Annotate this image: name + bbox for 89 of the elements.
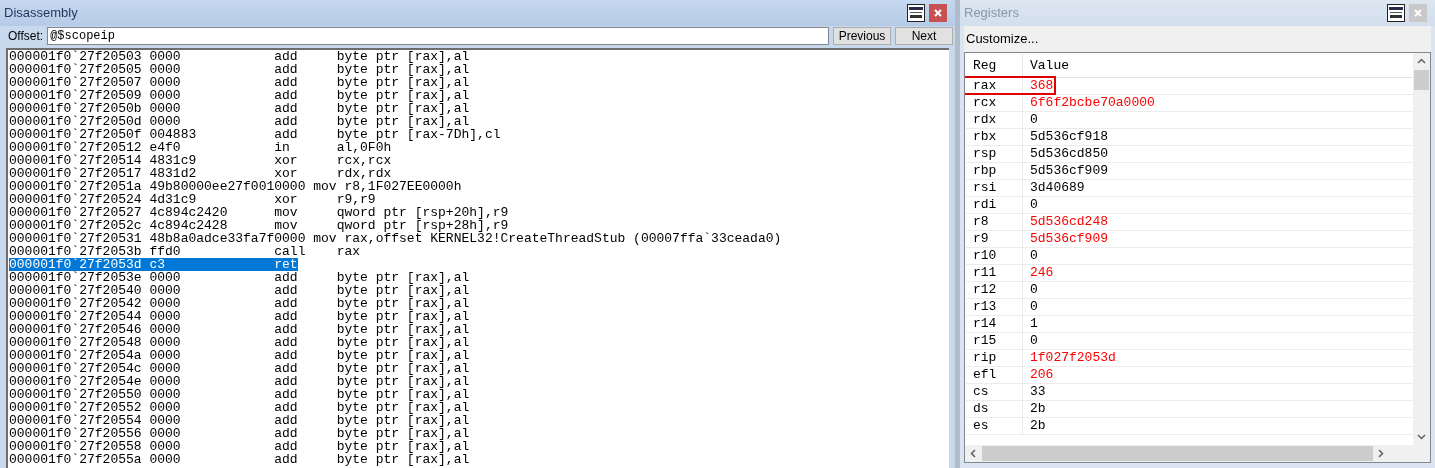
register-value: 0 (1029, 332, 1038, 351)
code-line[interactable]: 000001f0`27f20524 4d31c9 xor r9,r9 (9, 193, 376, 206)
code-line[interactable]: 000001f0`27f20558 0000 add byte ptr [rax],al (9, 440, 470, 453)
code-line[interactable]: 000001f0`27f2052c 4c894c2428 mov qword ptr [rsp+28h],r9 (9, 219, 509, 232)
register-value: 0 (1029, 298, 1038, 317)
register-value: 2b (1029, 417, 1046, 436)
register-name: r13 (966, 299, 1023, 315)
close-icon (934, 9, 942, 17)
offset-label: Offset: (8, 28, 44, 45)
register-value: 5d536cf909 (1029, 230, 1108, 249)
register-value: 33 (1029, 383, 1046, 402)
scrollbar-thumb[interactable] (982, 446, 1373, 461)
code-line[interactable]: 000001f0`27f2050d 0000 add byte ptr [rax],al (9, 115, 470, 128)
code-line[interactable]: 000001f0`27f20542 0000 add byte ptr [rax],al (9, 297, 470, 310)
code-line[interactable]: 000001f0`27f2055a 0000 add byte ptr [rax],al (9, 453, 470, 466)
register-value: 1 (1029, 315, 1038, 334)
code-line[interactable]: 000001f0`27f2054e 0000 add byte ptr [rax],al (9, 375, 470, 388)
code-line[interactable]: 000001f0`27f20552 0000 add byte ptr [rax],al (9, 401, 470, 414)
code-line[interactable]: 000001f0`27f2053e 0000 add byte ptr [rax],al (9, 271, 470, 284)
nav-button[interactable]: Previous (833, 27, 891, 45)
code-line[interactable]: 000001f0`27f2051a 49b80000ee27f0010000 mov r8,1F027EE0000h (9, 180, 462, 193)
register-value: 5d536cd850 (1029, 145, 1108, 164)
column-header: Value (1029, 56, 1069, 75)
register-name: efl (966, 367, 1023, 383)
register-name: rsp (966, 146, 1023, 162)
code-line[interactable]: 000001f0`27f20527 4c894c2420 mov qword ptr [rsp+20h],r9 (9, 206, 509, 219)
scrollbar-thumb[interactable] (1414, 70, 1429, 90)
register-value: 5d536cf909 (1029, 162, 1108, 181)
register-value: 0 (1029, 111, 1038, 130)
code-line[interactable]: 000001f0`27f20531 48b8a0adce33fa7f0000 mov rax,offset KERNEL32!CreateThreadStub (00007ffa`33ceada0) (9, 232, 782, 245)
register-name: r11 (966, 265, 1023, 281)
code-line[interactable]: 000001f0`27f2054a 0000 add byte ptr [rax],al (9, 349, 470, 362)
register-value: 368 (1029, 77, 1054, 96)
register-name: r14 (966, 316, 1023, 332)
register-name: r8 (966, 214, 1023, 230)
code-line[interactable]: 000001f0`27f2053b ffd0 call rax (9, 245, 361, 258)
register-name: es (966, 418, 1023, 434)
code-line[interactable]: 000001f0`27f2050b 0000 add byte ptr [rax],al (9, 102, 470, 115)
register-value: 5d536cd248 (1029, 213, 1108, 232)
register-name: ds (966, 401, 1023, 417)
register-value: 5d536cf918 (1029, 128, 1108, 147)
register-name: r12 (966, 282, 1023, 298)
close-icon (1414, 9, 1422, 17)
code-line[interactable]: 000001f0`27f20550 0000 add byte ptr [rax],al (9, 388, 470, 401)
code-line[interactable]: 000001f0`27f20512 e4f0 in al,0F0h (9, 141, 392, 154)
register-value: 0 (1029, 196, 1038, 215)
code-line[interactable]: 000001f0`27f20554 0000 add byte ptr [rax],al (9, 414, 470, 427)
register-name: rdx (966, 112, 1023, 128)
register-value: 3d40689 (1029, 179, 1085, 198)
register-name: rdi (966, 197, 1023, 213)
window-title: Registers (964, 4, 1019, 23)
code-line[interactable]: 000001f0`27f20544 0000 add byte ptr [rax],al (9, 310, 470, 323)
customize-button[interactable]: Customize... (964, 29, 1041, 49)
window-title: Disassembly (4, 4, 78, 23)
register-name: rbp (966, 163, 1023, 179)
code-line[interactable]: 000001f0`27f20548 0000 add byte ptr [rax],al (9, 336, 470, 349)
register-name: rsi (966, 180, 1023, 196)
register-name: rcx (966, 95, 1023, 111)
code-line[interactable]: 000001f0`27f20507 0000 add byte ptr [rax],al (9, 76, 470, 89)
code-line[interactable]: 000001f0`27f2054c 0000 add byte ptr [rax],al (9, 362, 470, 375)
nav-button[interactable]: Next (895, 27, 953, 45)
code-line[interactable]: 000001f0`27f2050f 004883 add byte ptr [rax-7Dh],cl (9, 128, 501, 141)
code-line[interactable]: 000001f0`27f20556 0000 add byte ptr [rax],al (9, 427, 470, 440)
register-name: rax (966, 78, 1023, 94)
register-value: 246 (1029, 264, 1054, 283)
window-layout-icon[interactable] (907, 4, 925, 22)
code-line[interactable]: 000001f0`27f20505 0000 add byte ptr [rax],al (9, 63, 470, 76)
code-line[interactable]: 000001f0`27f20517 4831d2 xor rdx,rdx (9, 167, 392, 180)
register-name: r15 (966, 333, 1023, 349)
register-name: r9 (966, 231, 1023, 247)
register-value: 0 (1029, 281, 1038, 300)
code-line[interactable]: 000001f0`27f20540 0000 add byte ptr [rax],al (9, 284, 470, 297)
register-value: 0 (1029, 247, 1038, 266)
register-value: 206 (1029, 366, 1054, 385)
register-name: rip (966, 350, 1023, 366)
register-value: 6f6f2bcbe70a0000 (1029, 94, 1155, 113)
close-button[interactable] (929, 4, 947, 22)
column-header: Reg (966, 54, 1023, 77)
register-name: cs (966, 384, 1023, 400)
register-name: rbx (966, 129, 1023, 145)
code-line[interactable]: 000001f0`27f20503 0000 add byte ptr [rax],al (9, 50, 470, 63)
code-line[interactable]: 000001f0`27f20546 0000 add byte ptr [rax],al (9, 323, 470, 336)
register-name: r10 (966, 248, 1023, 264)
register-value: 2b (1029, 400, 1046, 419)
offset-field[interactable]: @$scopeip (47, 27, 829, 45)
window-layout-icon[interactable] (1387, 4, 1405, 22)
code-line[interactable]: 000001f0`27f20509 0000 add byte ptr [rax],al (9, 89, 470, 102)
code-line[interactable]: 000001f0`27f20514 4831c9 xor rcx,rcx (9, 154, 392, 167)
register-value: 1f027f2053d (1029, 349, 1116, 368)
